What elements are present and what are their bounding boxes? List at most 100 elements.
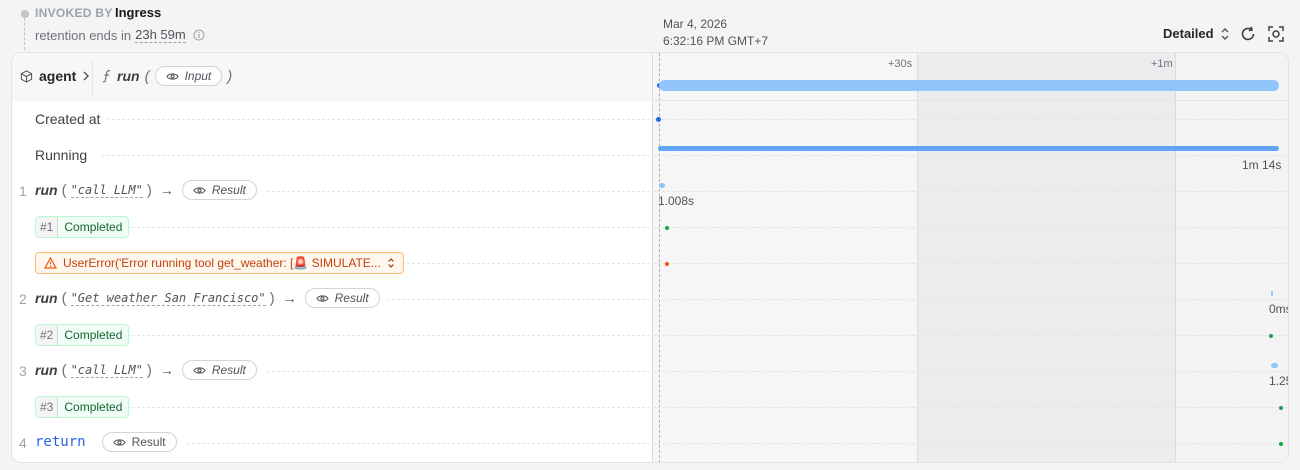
attempt-number: #1 — [36, 217, 59, 237]
completed-marker — [1279, 406, 1283, 410]
warning-icon — [44, 257, 57, 269]
step-name: run — [35, 182, 58, 198]
service-breadcrumb[interactable]: agent — [20, 68, 90, 84]
running-duration: 1m 14s — [1242, 158, 1282, 172]
row-guide — [102, 335, 1288, 336]
error-message[interactable]: UserError('Error running tool get_weathe… — [35, 252, 404, 274]
result-label: Result — [131, 435, 166, 449]
step-duration: 0ms — [1269, 302, 1288, 316]
step-duration-bar[interactable] — [659, 183, 665, 188]
eye-icon — [193, 186, 206, 194]
return-call[interactable]: return Result — [35, 432, 185, 452]
arrow-right-icon: → — [282, 290, 297, 306]
result-button[interactable]: Result — [181, 360, 257, 380]
status-text: Completed — [64, 328, 123, 342]
created-at-label: Created at — [35, 111, 109, 127]
close-paren: ) — [269, 289, 275, 307]
retention-row: retention ends in 23h 59m — [35, 27, 205, 43]
return-row: 4 return Result — [12, 425, 1288, 461]
step-row: 2 run ( "Get weather San Francisco" ) → … — [12, 281, 1288, 317]
created-at-marker — [656, 117, 661, 122]
input-button[interactable]: Input — [154, 66, 223, 86]
chevron-updown-icon — [387, 258, 394, 268]
result-button[interactable]: Result — [304, 288, 380, 308]
step-duration-bar[interactable] — [1271, 363, 1278, 368]
result-button[interactable]: Result — [181, 180, 257, 200]
eye-icon — [316, 294, 329, 302]
attempt-row: #2 Completed — [12, 317, 1288, 353]
row-guide — [102, 227, 1288, 228]
handler-name: run — [117, 68, 140, 84]
step-duration-bar[interactable] — [1271, 291, 1273, 296]
step-name: run — [35, 362, 58, 378]
invocation-duration-bar[interactable] — [659, 80, 1279, 91]
return-marker — [1279, 442, 1283, 446]
open-paren: ( — [61, 181, 67, 199]
attempt-row: #3 Completed — [12, 389, 1288, 425]
row-label-cell: Created at — [12, 101, 652, 137]
retention-value: 23h 59m — [135, 27, 186, 43]
error-text: UserError('Error running tool get_weathe… — [63, 256, 381, 270]
running-label: Running — [35, 147, 96, 163]
tick-1m: +1m — [1151, 58, 1173, 70]
attempt-number: #3 — [36, 397, 59, 417]
return-keyword: return — [35, 434, 86, 450]
completed-marker — [1269, 334, 1273, 338]
cube-icon — [20, 69, 33, 83]
step-call[interactable]: run ( "call LLM" ) → Result — [35, 360, 265, 380]
row-label-cell: Running — [12, 137, 652, 173]
input-label: Input — [184, 69, 212, 83]
status-badge: #3 Completed — [35, 396, 130, 418]
row-label-cell: 4 return Result — [12, 425, 652, 461]
close-paren: ) — [227, 67, 233, 85]
open-paren: ( — [61, 361, 67, 379]
tick-30s: +30s — [888, 58, 913, 70]
arrow-right-icon: → — [159, 362, 174, 378]
arrow-right-icon: → — [159, 182, 174, 198]
error-marker — [665, 262, 669, 266]
step-call[interactable]: run ( "call LLM" ) → Result — [35, 180, 265, 200]
step-call[interactable]: run ( "Get weather San Francisco" ) → Re… — [35, 288, 388, 308]
invoked-by-value[interactable]: Ingress — [115, 5, 161, 20]
step-arg: "call LLM" — [70, 362, 143, 378]
status-text: Completed — [64, 400, 123, 414]
retention-label: retention ends in — [35, 27, 132, 43]
created-at-row: Created at — [12, 101, 1288, 137]
invocation-row: agent run ( Input ) +30s +1m — [12, 53, 1288, 101]
row-guide — [102, 407, 1288, 408]
row-label-cell: 1 run ( "call LLM" ) → Result — [12, 173, 652, 209]
eye-icon — [193, 366, 206, 374]
close-paren: ) — [146, 361, 152, 379]
running-bar[interactable] — [658, 146, 1279, 151]
eye-icon — [165, 72, 179, 80]
step-row: 1 run ( "call LLM" ) → Result 1.008s — [12, 173, 1288, 209]
step-number: 1 — [19, 183, 27, 199]
step-number: 3 — [19, 363, 27, 379]
open-paren: ( — [61, 289, 67, 307]
invocation-header: INVOKED BY Ingress retention ends in 23h… — [0, 0, 1300, 52]
step-arg: "Get weather San Francisco" — [70, 290, 266, 306]
focus-icon[interactable] — [1267, 25, 1285, 43]
view-mode-label: Detailed — [1163, 26, 1214, 41]
view-mode-select[interactable]: Detailed — [1163, 26, 1230, 41]
step-name: run — [35, 290, 58, 306]
timestamp-date: Mar 4, 2026 — [663, 17, 728, 31]
invoked-by-label: INVOKED BY — [35, 6, 113, 20]
completed-marker — [665, 226, 669, 230]
error-row: UserError('Error running tool get_weathe… — [12, 245, 1288, 281]
result-button[interactable]: Result — [101, 432, 177, 452]
status-badge: #2 Completed — [35, 324, 130, 346]
running-row: Running 1m 14s — [12, 137, 1288, 173]
result-label: Result — [211, 363, 246, 377]
result-label: Result — [334, 291, 369, 305]
step-duration: 1.008s — [658, 194, 695, 208]
trace-panel: agent run ( Input ) +30s +1m Created at — [11, 52, 1289, 463]
timeline-start-dot — [21, 10, 29, 18]
step-duration: 1.25 — [1269, 374, 1288, 388]
info-icon[interactable] — [193, 29, 205, 41]
timeline-connector — [24, 18, 25, 50]
step-number: 2 — [19, 291, 27, 307]
attempt-row: #1 Completed — [12, 209, 1288, 245]
refresh-icon[interactable] — [1239, 25, 1257, 43]
close-paren: ) — [146, 181, 152, 199]
